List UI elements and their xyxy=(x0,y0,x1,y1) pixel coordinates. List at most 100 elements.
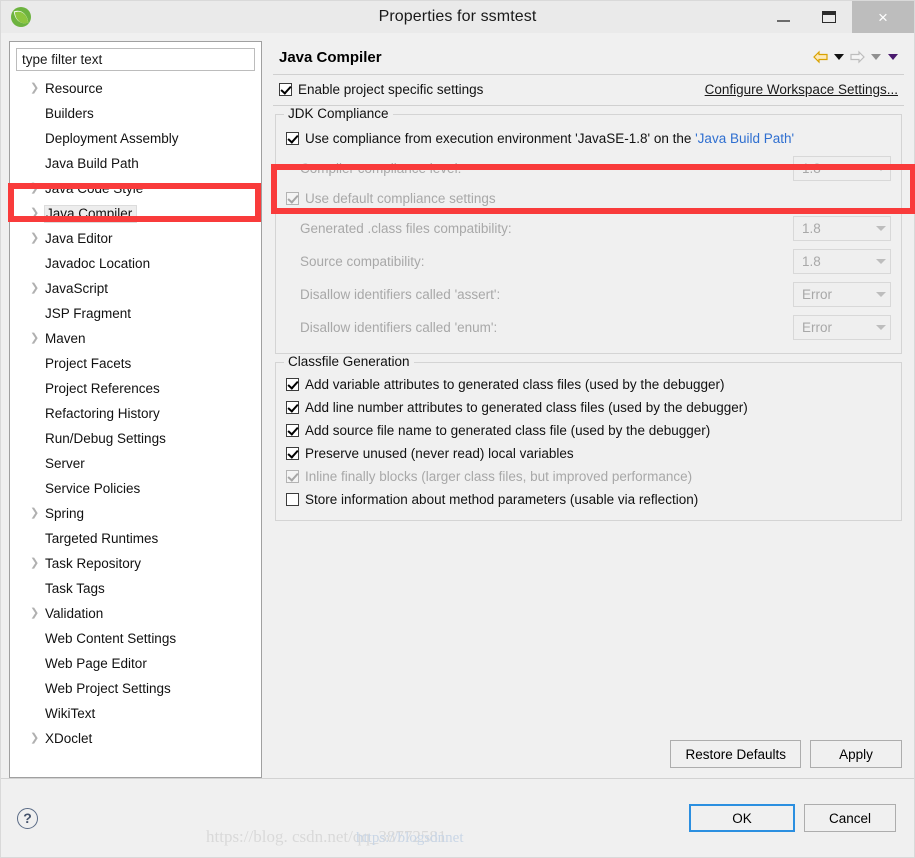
sidebar-item-label: Web Content Settings xyxy=(45,630,177,646)
page-header: Java Compiler xyxy=(271,41,906,73)
compiler-compliance-level-select[interactable]: 1.8 xyxy=(793,156,891,181)
sidebar-item-label: Task Tags xyxy=(45,580,105,596)
sidebar-item-task-tags[interactable]: Task Tags xyxy=(10,576,261,601)
jdk-field-label: Disallow identifiers called 'enum': xyxy=(300,320,498,335)
configure-workspace-settings-link[interactable]: Configure Workspace Settings... xyxy=(705,82,898,97)
sidebar-item-label: JavaScript xyxy=(45,280,109,296)
minimize-button[interactable] xyxy=(760,1,806,33)
sidebar-item-validation[interactable]: ❯ Validation xyxy=(10,601,261,626)
jdk-field-select[interactable]: 1.8 xyxy=(793,216,891,241)
classfile-option-checkbox[interactable] xyxy=(286,493,299,506)
chevron-right-icon[interactable]: ❯ xyxy=(28,733,44,744)
chevron-right-icon[interactable]: ❯ xyxy=(28,608,44,619)
sidebar-item-web-content-settings[interactable]: Web Content Settings xyxy=(10,626,261,651)
sidebar-item-jsp-fragment[interactable]: JSP Fragment xyxy=(10,301,261,326)
sidebar-item-label: Run/Debug Settings xyxy=(45,430,166,446)
classfile-option-checkbox[interactable] xyxy=(286,470,299,483)
sidebar-item-label: WikiText xyxy=(45,705,96,721)
use-execution-environment-checkbox[interactable] xyxy=(286,132,299,145)
jdk-field-label: Generated .class files compatibility: xyxy=(300,221,512,236)
jdk-field-select[interactable]: Error xyxy=(793,282,891,307)
chevron-right-icon[interactable]: ❯ xyxy=(28,508,44,519)
settings-tree-panel: ❯ResourceBuildersDeployment AssemblyJava… xyxy=(9,41,262,778)
classfile-option-checkbox[interactable] xyxy=(286,401,299,414)
sidebar-item-java-editor[interactable]: ❯ Java Editor xyxy=(10,226,261,251)
sidebar-item-server[interactable]: Server xyxy=(10,451,261,476)
sidebar-item-maven[interactable]: ❯ Maven xyxy=(10,326,261,351)
jdk-field-select[interactable]: 1.8 xyxy=(793,249,891,274)
back-dropdown-icon[interactable] xyxy=(834,54,844,60)
sidebar-item-label: Task Repository xyxy=(45,555,142,571)
enable-project-specific-checkbox[interactable] xyxy=(279,83,292,96)
apply-button[interactable]: Apply xyxy=(810,740,902,768)
jdk-field-value: Error xyxy=(802,287,832,302)
sidebar-item-project-references[interactable]: Project References xyxy=(10,376,261,401)
sidebar-item-project-facets[interactable]: Project Facets xyxy=(10,351,261,376)
chevron-down-icon xyxy=(876,166,886,171)
close-button[interactable]: × xyxy=(852,1,914,33)
sidebar-item-builders[interactable]: Builders xyxy=(10,101,261,126)
sidebar-item-java-build-path[interactable]: Java Build Path xyxy=(10,151,261,176)
page-menu-icon[interactable] xyxy=(888,54,898,60)
sidebar-item-javadoc-location[interactable]: Javadoc Location xyxy=(10,251,261,276)
sidebar-item-spring[interactable]: ❯ Spring xyxy=(10,501,261,526)
chevron-right-icon[interactable]: ❯ xyxy=(28,283,44,294)
maximize-icon xyxy=(822,11,836,23)
cancel-button[interactable]: Cancel xyxy=(804,804,896,832)
sidebar-item-java-compiler[interactable]: ❯ Java Compiler xyxy=(10,201,261,226)
maximize-button[interactable] xyxy=(806,1,852,33)
classfile-option-row: Preserve unused (never read) local varia… xyxy=(286,442,891,465)
sidebar-item-label: Server xyxy=(45,455,85,471)
sidebar-item-label: Project References xyxy=(45,380,160,396)
sidebar-item-deployment-assembly[interactable]: Deployment Assembly xyxy=(10,126,261,151)
settings-content-panel: Java Compiler Enable project specific se… xyxy=(271,41,906,778)
sidebar-item-web-page-editor[interactable]: Web Page Editor xyxy=(10,651,261,676)
sidebar-item-xdoclet[interactable]: ❯ XDoclet xyxy=(10,726,261,751)
dialog-body: ❯ResourceBuildersDeployment AssemblyJava… xyxy=(1,33,914,778)
sidebar-item-resource[interactable]: ❯ Resource xyxy=(10,76,261,101)
java-build-path-link[interactable]: 'Java Build Path' xyxy=(695,131,794,146)
sidebar-item-label: Java Code Style xyxy=(45,180,144,196)
classfile-option-checkbox[interactable] xyxy=(286,378,299,391)
chevron-right-icon[interactable]: ❯ xyxy=(28,208,44,219)
classfile-generation-group: Classfile Generation Add variable attrib… xyxy=(275,354,902,521)
forward-dropdown-icon xyxy=(871,54,881,60)
sidebar-item-label: Resource xyxy=(45,80,103,96)
restore-defaults-button[interactable]: Restore Defaults xyxy=(670,740,801,768)
sidebar-item-java-code-style[interactable]: ❯ Java Code Style xyxy=(10,176,261,201)
use-default-compliance-row: Use default compliance settings xyxy=(286,185,891,212)
chevron-right-icon[interactable]: ❯ xyxy=(28,233,44,244)
sidebar-item-label: Refactoring History xyxy=(45,405,160,421)
chevron-right-icon[interactable]: ❯ xyxy=(28,183,44,194)
use-execution-environment-label: Use compliance from execution environmen… xyxy=(305,131,795,146)
sidebar-item-javascript[interactable]: ❯ JavaScript xyxy=(10,276,261,301)
minimize-icon xyxy=(776,20,790,22)
sidebar-item-refactoring-history[interactable]: Refactoring History xyxy=(10,401,261,426)
settings-tree: ❯ Resource Builders Deployment Assembly Java… xyxy=(10,73,261,777)
classfile-option-checkbox[interactable] xyxy=(286,424,299,437)
jdk-field-label: Disallow identifiers called 'assert': xyxy=(300,287,501,302)
sidebar-item-service-policies[interactable]: Service Policies xyxy=(10,476,261,501)
classfile-option-checkbox[interactable] xyxy=(286,447,299,460)
sidebar-item-wikitext[interactable]: WikiText xyxy=(10,701,261,726)
sidebar-item-label: Java Build Path xyxy=(45,155,139,171)
classfile-option-label: Inline finally blocks (larger class file… xyxy=(305,469,693,484)
filter-input[interactable] xyxy=(16,48,255,71)
properties-dialog: Properties for ssmtest × ❯ResourceBuilde… xyxy=(0,0,915,858)
sidebar-item-targeted-runtimes[interactable]: Targeted Runtimes xyxy=(10,526,261,551)
sidebar-item-run-debug-settings[interactable]: Run/Debug Settings xyxy=(10,426,261,451)
classfile-option-row: Store information about method parameter… xyxy=(286,488,891,511)
use-default-compliance-checkbox[interactable] xyxy=(286,192,299,205)
sidebar-item-task-repository[interactable]: ❯ Task Repository xyxy=(10,551,261,576)
question-mark-icon[interactable]: ? xyxy=(17,807,38,829)
ok-button[interactable]: OK xyxy=(689,804,795,832)
enable-project-specific-row: Enable project specific settings Configu… xyxy=(271,75,906,104)
chevron-right-icon[interactable]: ❯ xyxy=(28,333,44,344)
chevron-right-icon[interactable]: ❯ xyxy=(28,83,44,94)
classfile-option-label: Preserve unused (never read) local varia… xyxy=(305,446,574,461)
sidebar-item-web-project-settings[interactable]: Web Project Settings xyxy=(10,676,261,701)
back-arrow-icon[interactable] xyxy=(812,50,829,64)
sidebar-item-label: Java Editor xyxy=(45,230,113,246)
chevron-right-icon[interactable]: ❯ xyxy=(28,558,44,569)
jdk-field-select[interactable]: Error xyxy=(793,315,891,340)
